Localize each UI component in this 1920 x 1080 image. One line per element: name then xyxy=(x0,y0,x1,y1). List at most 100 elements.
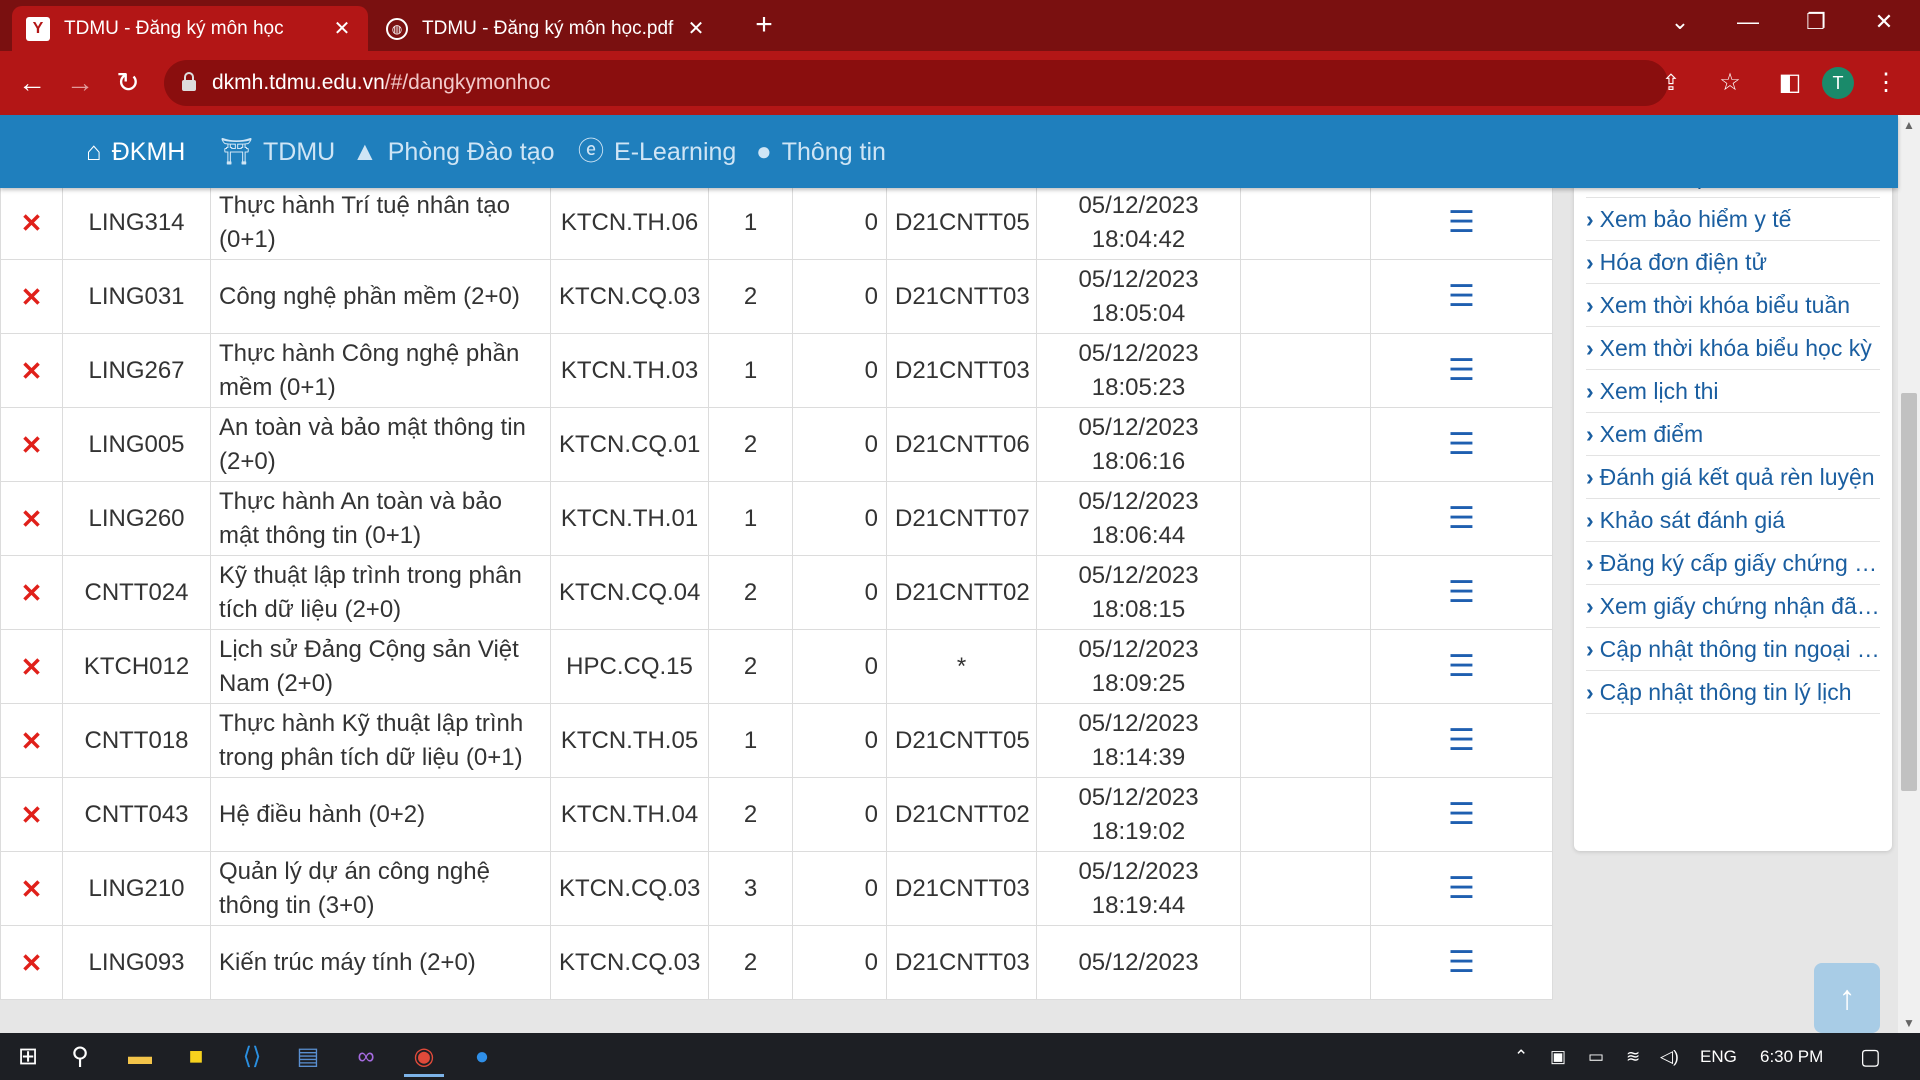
sidebar-link[interactable]: › Đánh giá kết quả rèn luyện xyxy=(1586,456,1880,499)
delete-course-button[interactable]: ✕ xyxy=(0,481,63,556)
details-list-icon[interactable]: ☰ xyxy=(1370,703,1553,778)
bookmark-star-icon[interactable]: ☆ xyxy=(1712,65,1748,101)
nav-thong-tin[interactable]: ● Thông tin xyxy=(756,115,886,188)
course-group: KTCN.TH.03 xyxy=(550,333,709,408)
zalo-icon[interactable]: ● xyxy=(462,1037,502,1077)
sidebar-link[interactable]: ›Xem giấy chứng nhận đã đăng ký xyxy=(1586,585,1880,628)
close-tab-icon[interactable]: ✕ xyxy=(684,16,708,41)
delete-course-button[interactable]: ✕ xyxy=(0,555,63,630)
nav-phong-dao-tao[interactable]: ▲ Phòng Đào tạo xyxy=(352,115,555,188)
tray-device-icon[interactable]: ▣ xyxy=(1550,1033,1566,1080)
sidebar-link[interactable]: › Xem thời khóa biểu tuần xyxy=(1586,284,1880,327)
details-list-icon[interactable]: ☰ xyxy=(1370,555,1553,630)
side-panel-icon[interactable]: ◧ xyxy=(1772,65,1808,101)
scroll-down-arrow-icon[interactable]: ▼ xyxy=(1898,1013,1920,1033)
restore-button[interactable]: ❐ xyxy=(1788,0,1844,44)
battery-icon[interactable]: ▭ xyxy=(1588,1033,1604,1080)
chevron-right-icon: › xyxy=(1586,636,1594,662)
browser-tab-inactive[interactable]: ◍ TDMU - Đăng ký môn học.pdf ✕ xyxy=(372,6,722,51)
scroll-to-top-button[interactable]: ↑ xyxy=(1814,963,1880,1033)
delete-course-button[interactable]: ✕ xyxy=(0,703,63,778)
share-icon[interactable]: ⇪ xyxy=(1656,68,1686,98)
user-icon: ● xyxy=(756,136,772,166)
details-list-icon[interactable]: ☰ xyxy=(1370,407,1553,482)
language-indicator[interactable]: ENG xyxy=(1700,1033,1737,1080)
registration-datetime: 05/12/2023 18:05:04 xyxy=(1036,259,1241,334)
search-icon[interactable]: ⚲ xyxy=(60,1037,100,1077)
course-group: KTCN.CQ.03 xyxy=(550,259,709,334)
menu-kebab-icon[interactable]: ⋮ xyxy=(1868,65,1904,101)
delete-course-button[interactable]: ✕ xyxy=(0,925,63,1000)
delete-course-button[interactable]: ✕ xyxy=(0,407,63,482)
address-bar[interactable]: dkmh.tdmu.edu.vn/#/dangkymonhoc ⇪ xyxy=(164,60,1680,106)
close-window-button[interactable]: ✕ xyxy=(1856,0,1912,44)
sticky-notes-icon[interactable]: ■ xyxy=(176,1037,216,1077)
browser-tab-active[interactable]: Y TDMU - Đăng ký môn học ✕ xyxy=(12,6,368,51)
sidebar-link[interactable]: › Cập nhật thông tin lý lịch xyxy=(1586,671,1880,714)
delete-course-button[interactable]: ✕ xyxy=(0,259,63,334)
empty-cell xyxy=(1240,481,1371,556)
url-text[interactable]: dkmh.tdmu.edu.vn/#/dangkymonhoc xyxy=(212,60,551,106)
globe-icon: ◍ xyxy=(386,17,408,40)
wifi-icon[interactable]: ≋ xyxy=(1626,1033,1640,1080)
details-list-icon[interactable]: ☰ xyxy=(1370,629,1553,704)
course-name: Thực hành Công nghệ phần mềm (0+1) xyxy=(210,333,551,408)
minimize-button[interactable]: — xyxy=(1720,0,1776,44)
visual-studio-icon[interactable]: ∞ xyxy=(346,1037,386,1077)
sql-tool-icon[interactable]: ▤ xyxy=(288,1037,328,1077)
building-icon: ⛩ xyxy=(220,136,254,166)
page-scrollbar[interactable]: ▲ ▼ xyxy=(1898,115,1920,1033)
delete-course-button[interactable]: ✕ xyxy=(0,851,63,926)
nav-elearning[interactable]: ⓔ E-Learning xyxy=(578,115,736,188)
registration-datetime: 05/12/2023 18:06:16 xyxy=(1036,407,1241,482)
details-list-icon[interactable]: ☰ xyxy=(1370,333,1553,408)
delete-course-button[interactable]: ✕ xyxy=(0,777,63,852)
sidebar-link[interactable]: › Xem lịch thi xyxy=(1586,370,1880,413)
details-list-icon[interactable]: ☰ xyxy=(1370,925,1553,1000)
notification-icon[interactable]: ▢ xyxy=(1860,1033,1881,1080)
volume-icon[interactable]: ◁) xyxy=(1660,1033,1679,1080)
registration-datetime: 05/12/2023 xyxy=(1036,925,1241,1000)
delete-course-button[interactable]: ✕ xyxy=(0,333,63,408)
sidebar-link[interactable]: › Xem thời khóa biểu học kỳ xyxy=(1586,327,1880,370)
sidebar-link[interactable]: › Xem điểm xyxy=(1586,413,1880,456)
course-group: HPC.CQ.15 xyxy=(550,629,709,704)
details-list-icon[interactable]: ☰ xyxy=(1370,777,1553,852)
nav-tdmu[interactable]: ⛩ TDMU xyxy=(220,115,335,188)
details-list-icon[interactable]: ☰ xyxy=(1370,259,1553,334)
details-list-icon[interactable]: ☰ xyxy=(1370,481,1553,556)
scrollbar-thumb[interactable] xyxy=(1901,393,1917,791)
registration-time: 18:06:16 xyxy=(1091,447,1186,475)
back-button[interactable]: ← xyxy=(14,65,50,101)
close-tab-icon[interactable]: ✕ xyxy=(330,16,354,41)
scroll-up-arrow-icon[interactable]: ▲ xyxy=(1898,115,1920,135)
chrome-icon[interactable]: ◉ xyxy=(404,1037,444,1077)
windows-start-icon[interactable]: ⊞ xyxy=(8,1037,48,1077)
new-tab-button[interactable]: + xyxy=(748,10,780,42)
lock-icon[interactable] xyxy=(182,72,196,92)
tab-search-icon[interactable]: ⌄ xyxy=(1652,0,1708,44)
sidebar-link[interactable]: › Xem bảo hiểm y tế xyxy=(1586,198,1880,241)
tray-chevron-icon[interactable]: ⌃ xyxy=(1514,1033,1528,1080)
tab-title: TDMU - Đăng ký môn học.pdf xyxy=(422,17,674,39)
course-name: Hệ điều hành (0+2) xyxy=(210,777,551,852)
sidebar-link[interactable]: › Đăng ký cấp giấy chứng nhận xyxy=(1586,542,1880,585)
details-list-icon[interactable]: ☰ xyxy=(1370,851,1553,926)
delete-course-button[interactable]: ✕ xyxy=(0,185,63,260)
chevron-right-icon: › xyxy=(1586,593,1594,619)
chevron-right-icon: › xyxy=(1586,507,1594,533)
vscode-icon[interactable]: ⟨⟩ xyxy=(232,1037,272,1077)
details-list-icon[interactable]: ☰ xyxy=(1370,185,1553,260)
sidebar-link[interactable]: › Hóa đơn điện tử xyxy=(1586,241,1880,284)
clock[interactable]: 6:30 PM xyxy=(1760,1033,1823,1080)
course-credits: 2 xyxy=(708,555,793,630)
delete-course-button[interactable]: ✕ xyxy=(0,629,63,704)
profile-avatar[interactable]: T xyxy=(1822,67,1854,99)
sidebar-link[interactable]: › Cập nhật thông tin ngoại trú xyxy=(1586,628,1880,671)
reload-button[interactable]: ↻ xyxy=(110,65,146,101)
nav-dkmh[interactable]: ⌂ ĐKMH xyxy=(86,115,185,188)
forward-button[interactable]: → xyxy=(62,65,98,101)
registration-time: 18:19:44 xyxy=(1091,891,1186,919)
file-explorer-icon[interactable]: ▬ xyxy=(120,1037,160,1077)
sidebar-link[interactable]: › Khảo sát đánh giá xyxy=(1586,499,1880,542)
